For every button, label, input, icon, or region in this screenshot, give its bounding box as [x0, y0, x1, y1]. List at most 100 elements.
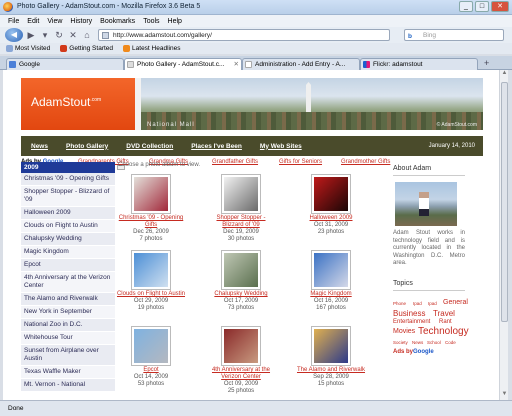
album-card[interactable]: Christmas '09 - Opening Gifts Dec 26, 200…	[116, 174, 186, 243]
tag-link[interactable]: Travel	[433, 309, 455, 318]
album-card[interactable]: Shopper Stopper - Blizzard of '09 Dec 19,…	[206, 174, 276, 243]
tag-link[interactable]: News	[412, 340, 423, 345]
tag-link[interactable]: Rant	[439, 319, 452, 325]
album-card[interactable]: Clouds on Flight to Austin Oct 29, 2009 19…	[116, 250, 186, 312]
sidebar-item[interactable]: Epcot	[21, 259, 115, 272]
bookmark-getting-started[interactable]: Getting Started	[60, 45, 113, 52]
tag-link[interactable]: Ipad	[413, 301, 422, 306]
sidebar-item[interactable]: Shopper Stopper - Blizzard of '09	[21, 186, 115, 207]
album-thumbnail[interactable]	[131, 174, 171, 214]
maximize-button[interactable]: □	[475, 1, 489, 12]
close-button[interactable]: ✕	[491, 1, 509, 12]
sidebar-item[interactable]: Whitehouse Tour	[21, 332, 115, 345]
album-title[interactable]: Chalupsky Wedding	[206, 291, 276, 298]
nav-news[interactable]: News	[31, 143, 48, 150]
close-tab-icon[interactable]: ✕	[234, 59, 239, 70]
tag-link[interactable]: Code	[445, 340, 456, 345]
sidebar-item[interactable]: Christmas '09 - Opening Gifts	[21, 173, 115, 186]
album-card[interactable]: 4th Anniversary at the Verizon Center Oct…	[206, 326, 276, 395]
right-sidebar: About Adam Adam Stout works in technolog…	[393, 162, 469, 357]
album-title[interactable]: 4th Anniversary at the Verizon Center	[206, 367, 276, 381]
tab-flickr[interactable]: Flickr: adamstout	[360, 58, 478, 70]
sidebar-item[interactable]: New York in September	[21, 306, 115, 319]
album-thumbnail[interactable]	[311, 250, 351, 290]
scroll-thumb[interactable]	[501, 82, 508, 322]
album-title[interactable]: Christmas '09 - Opening Gifts	[116, 215, 186, 229]
album-title[interactable]: Epcot	[116, 367, 186, 374]
menu-tools[interactable]: Tools	[143, 18, 159, 25]
sidebar-item[interactable]: Clouds on Flight to Austin	[21, 220, 115, 233]
menu-edit[interactable]: Edit	[27, 18, 39, 25]
menu-file[interactable]: File	[8, 18, 19, 25]
bookmark-most-visited[interactable]: Most Visited	[6, 45, 50, 52]
sidebar-item[interactable]: Magic Kingdom	[21, 246, 115, 259]
tag-link[interactable]: Entertainment	[393, 319, 430, 325]
tag-link[interactable]: Technology	[418, 326, 469, 337]
album-thumbnail[interactable]	[311, 174, 351, 214]
album-card[interactable]: Magic Kingdom Oct 16, 2009 167 photos	[296, 250, 366, 312]
ads-by-google-right[interactable]: Ads by Google	[393, 349, 434, 367]
nav-photo-gallery[interactable]: Photo Gallery	[66, 143, 108, 150]
tag-link[interactable]: General	[443, 299, 468, 306]
tag-cloud: Phone Ipad Ipad General Business Travel …	[393, 297, 469, 357]
vertical-scrollbar[interactable]: ▲ ▼	[499, 70, 508, 400]
album-thumbnail[interactable]	[221, 326, 261, 366]
sidebar-item[interactable]: 4th Anniversary at the Verizon Center	[21, 272, 115, 293]
album-card[interactable]: Epcot Oct 14, 2009 53 photos	[116, 326, 186, 388]
album-thumbnail[interactable]	[221, 250, 261, 290]
back-button[interactable]: ◀	[5, 28, 23, 42]
menu-view[interactable]: View	[47, 18, 62, 25]
menu-help[interactable]: Help	[168, 18, 182, 25]
forward-button[interactable]: ▶	[25, 30, 37, 41]
nav-web-sites[interactable]: My Web Sites	[260, 143, 302, 150]
album-title[interactable]: Clouds on Flight to Austin	[116, 291, 186, 298]
sidebar-item[interactable]: National Zoo in D.C.	[21, 319, 115, 332]
tab-administration[interactable]: Administration - Add Entry - A...	[242, 58, 360, 70]
reload-button[interactable]: ↻	[53, 30, 65, 41]
stop-button[interactable]: ✕	[67, 30, 79, 41]
bookmark-latest-headlines[interactable]: Latest Headlines	[123, 45, 180, 52]
tag-link[interactable]: School	[427, 340, 441, 345]
menu-bookmarks[interactable]: Bookmarks	[100, 18, 135, 25]
search-box[interactable]: b Bing	[404, 29, 504, 41]
album-card[interactable]: The Alamo and Riverwalk Sep 28, 2009 15 ph…	[296, 326, 366, 388]
tag-link[interactable]: Business	[393, 309, 425, 318]
album-card[interactable]: Chalupsky Wedding Oct 17, 2009 73 photos	[206, 250, 276, 312]
person-shape	[419, 192, 429, 216]
year-header[interactable]: 2009	[21, 162, 125, 173]
nav-places[interactable]: Places I've Been	[191, 143, 242, 150]
scroll-up-arrow-icon[interactable]: ▲	[500, 70, 508, 79]
album-title[interactable]: Magic Kingdom	[296, 291, 366, 298]
home-button[interactable]: ⌂	[81, 30, 93, 40]
nav-dvd-collection[interactable]: DVD Collection	[126, 143, 173, 150]
tag-link[interactable]: Phone	[393, 301, 406, 306]
sidebar-item[interactable]: Mt. Vernon - National	[21, 379, 115, 392]
album-title[interactable]: Shopper Stopper - Blizzard of '09	[206, 215, 276, 229]
minimize-button[interactable]: _	[459, 1, 473, 12]
scroll-down-arrow-icon[interactable]: ▼	[500, 391, 508, 400]
site-logo[interactable]: AdamStout.com	[21, 78, 135, 130]
tab-google[interactable]: Google	[6, 58, 124, 70]
album-thumbnail[interactable]	[131, 250, 171, 290]
sidebar-item[interactable]: Halloween 2009	[21, 207, 115, 220]
tag-link[interactable]: Society	[393, 340, 408, 345]
bookmark-label: Most Visited	[15, 45, 51, 52]
menu-history[interactable]: History	[70, 18, 92, 25]
url-bar[interactable]: http://www.adamstout.com/gallery/	[98, 29, 390, 41]
history-dropdown-icon[interactable]: ▾	[39, 30, 51, 41]
sidebar-item[interactable]: The Alamo and Riverwalk	[21, 293, 115, 306]
sidebar-item[interactable]: Texas Waffle Maker	[21, 366, 115, 379]
album-card[interactable]: Halloween 2009 Oct 31, 2009 23 photos	[296, 174, 366, 236]
new-tab-button[interactable]: +	[484, 58, 489, 68]
tag-link[interactable]: Movies	[393, 328, 415, 335]
tag-link[interactable]: Ipad	[428, 301, 437, 306]
album-thumbnail[interactable]	[221, 174, 261, 214]
album-title[interactable]: The Alamo and Riverwalk	[296, 367, 366, 374]
album-thumbnail[interactable]	[311, 326, 351, 366]
bing-icon[interactable]: b	[408, 31, 412, 42]
sidebar-item[interactable]: Sunset from Airplane over Austin	[21, 345, 115, 366]
banner-caption: National Mall	[147, 122, 195, 128]
album-thumbnail[interactable]	[131, 326, 171, 366]
album-title[interactable]: Halloween 2009	[296, 215, 366, 222]
sidebar-item[interactable]: Chalupsky Wedding	[21, 233, 115, 246]
